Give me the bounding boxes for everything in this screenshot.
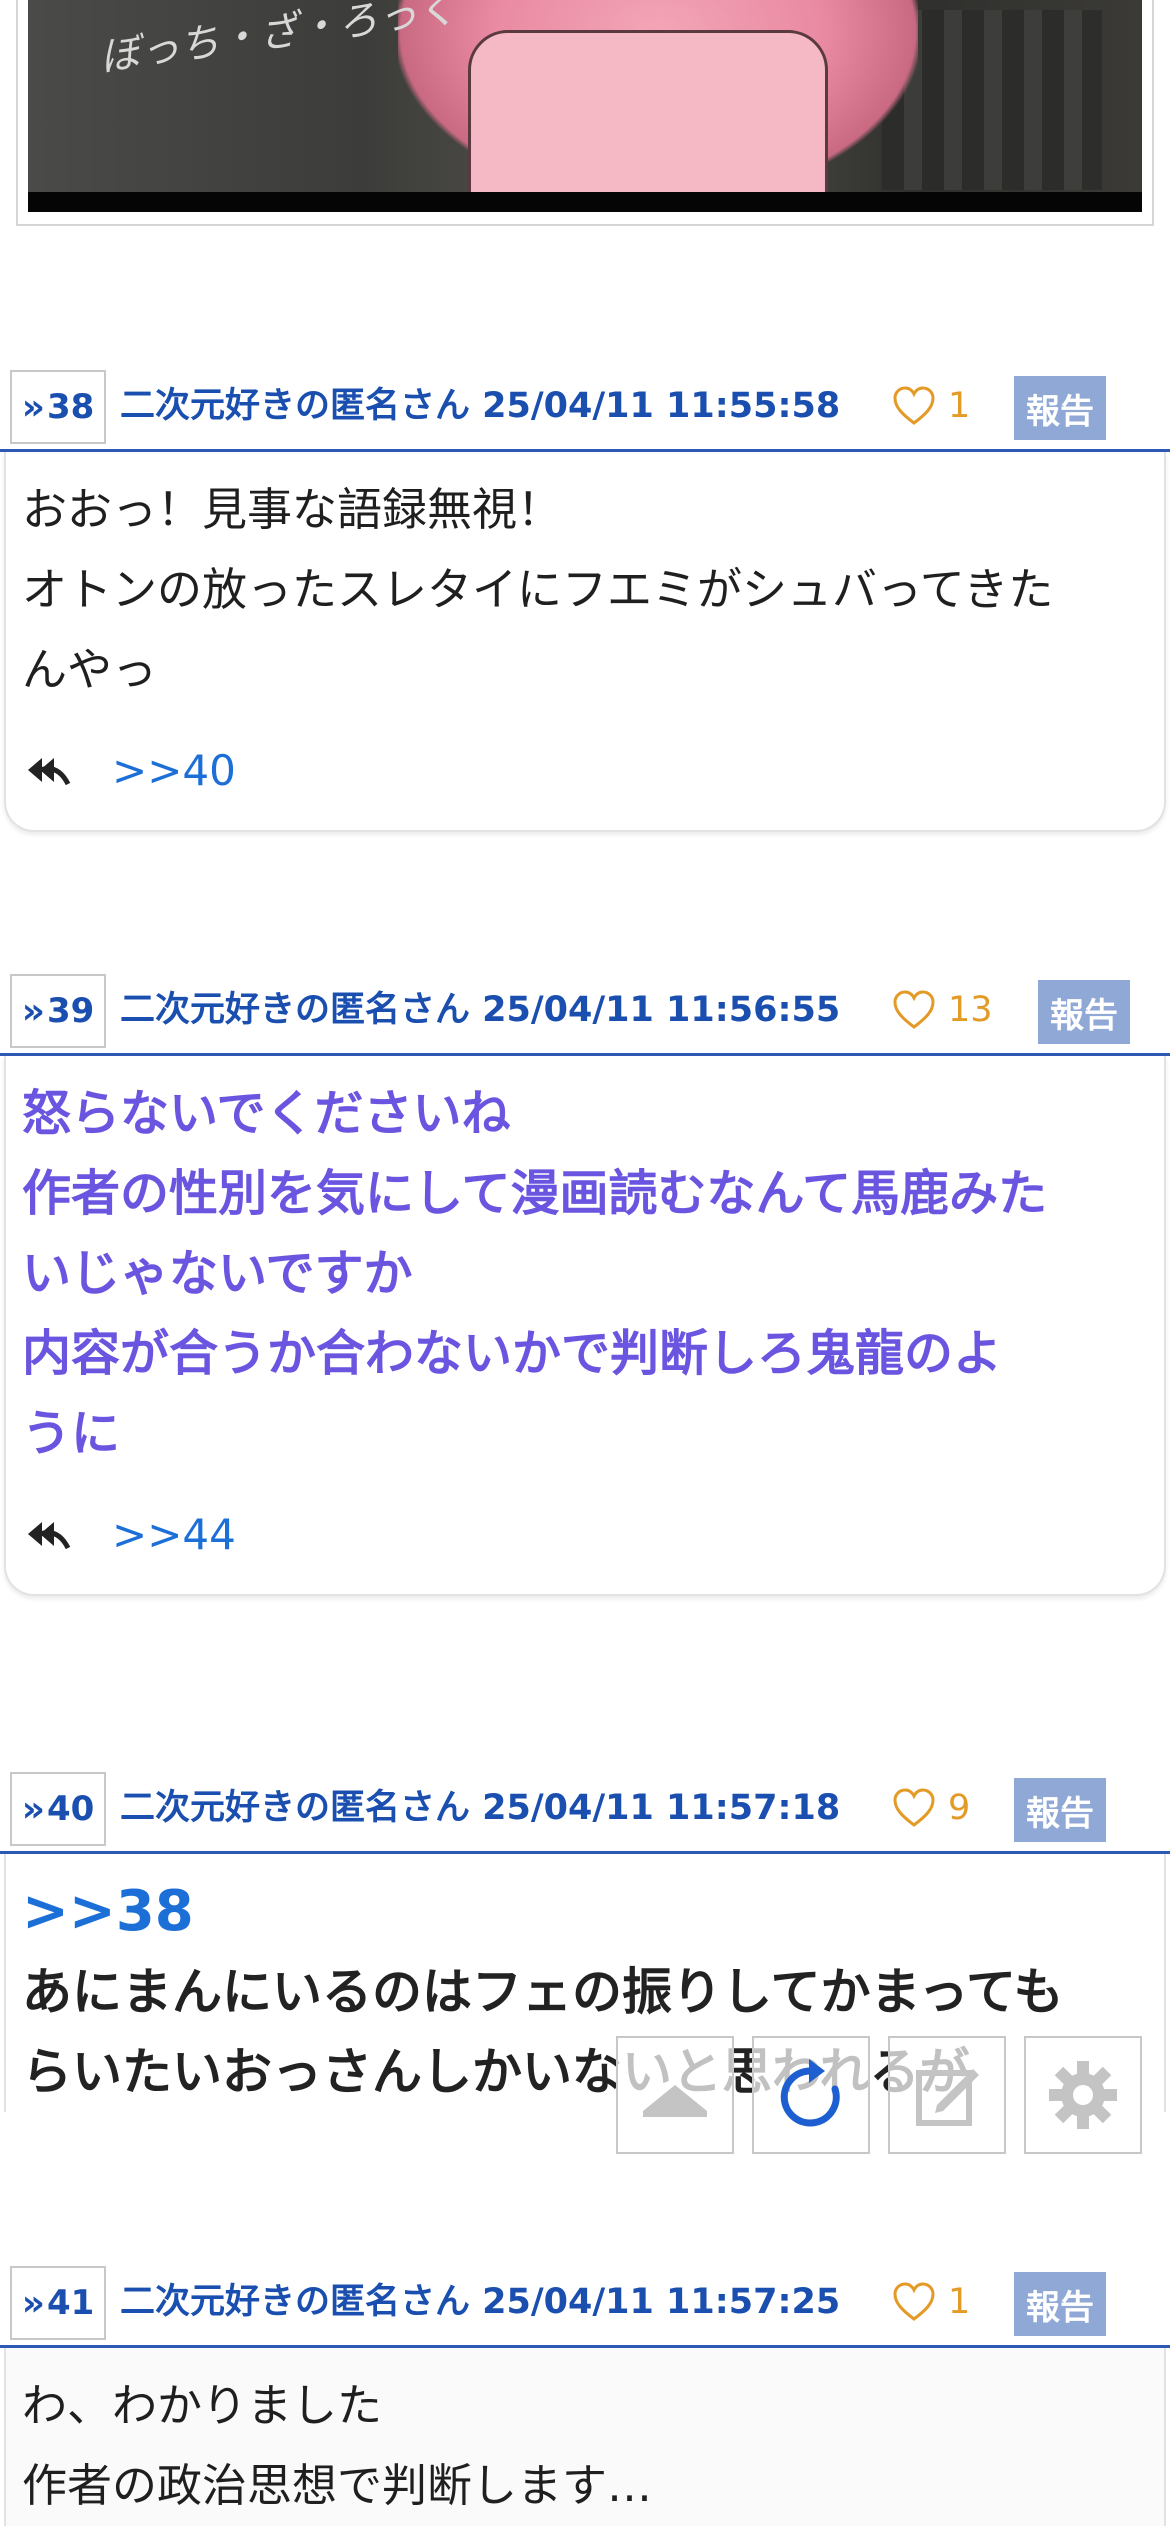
post-number: 38 xyxy=(46,387,95,427)
image-character-jacket xyxy=(468,30,828,210)
post-text-line: んやっ xyxy=(22,643,158,696)
refresh-button[interactable] xyxy=(752,2036,870,2154)
report-button[interactable]: 報告 xyxy=(1014,376,1106,440)
post-body: おおっ！見事な語録無視！ オトンの放ったスレタイにフエミがシュバってきた んやっ… xyxy=(4,452,1166,832)
report-button[interactable]: 報告 xyxy=(1014,2272,1106,2336)
refresh-icon xyxy=(780,2059,840,2127)
post-header: » 40 二次元好きの匿名さん 25/04/11 11:57:18 9 報告 xyxy=(0,1766,1170,1854)
settings-button[interactable] xyxy=(1024,2036,1142,2154)
double-chevron-icon: » xyxy=(21,1788,45,1830)
reply-arrow-icon xyxy=(28,758,71,786)
post: » 41 二次元好きの匿名さん 25/04/11 11:57:25 1 報告 わ… xyxy=(0,2260,1170,2526)
reply-row: >>40 xyxy=(6,710,1164,830)
post-author-date: 二次元好きの匿名さん 25/04/11 11:55:58 xyxy=(120,386,841,426)
reply-link[interactable]: >>44 xyxy=(112,1510,236,1559)
anchor-link[interactable]: >>38 xyxy=(22,1872,1148,1952)
gear-icon xyxy=(1049,2061,1117,2129)
like-count: 1 xyxy=(948,386,971,426)
post-number-button[interactable]: » 40 xyxy=(10,1772,106,1846)
report-button[interactable]: 報告 xyxy=(1014,1778,1106,1842)
post-text: わ、わかりました 作者の政治思想で判断します… xyxy=(6,2348,1164,2526)
post-text-line: わ、わかりました xyxy=(22,2379,383,2432)
post-number-button[interactable]: » 39 xyxy=(10,974,106,1048)
like-count: 13 xyxy=(948,990,993,1030)
double-chevron-icon: » xyxy=(21,990,45,1032)
heart-icon xyxy=(893,1788,935,1827)
double-chevron-icon: » xyxy=(21,386,45,428)
like-button[interactable]: 13 xyxy=(892,968,993,1052)
post-number-button[interactable]: » 38 xyxy=(10,370,106,444)
post-text-line: うに xyxy=(22,1405,121,1462)
thread-image-frame[interactable]: ぼっち・ざ・ろっく xyxy=(16,0,1154,226)
post-text-line: いじゃないですか xyxy=(22,1245,413,1302)
post-text: 怒らないでくださいね 作者の性別を気にして漫画読むなんて馬鹿みた いじゃないです… xyxy=(6,1056,1164,1474)
post-header: » 41 二次元好きの匿名さん 25/04/11 11:57:25 1 報告 xyxy=(0,2260,1170,2348)
like-button[interactable]: 1 xyxy=(892,364,970,448)
post-text-line: 作者の性別を気にして漫画読むなんて馬鹿みた xyxy=(22,1165,1048,1222)
report-button[interactable]: 報告 xyxy=(1038,980,1130,1044)
double-chevron-icon: » xyxy=(21,2282,45,2324)
post-text-line: おおっ！見事な語録無視！ xyxy=(22,483,563,536)
post-text-line: 作者の政治思想で判断します… xyxy=(22,2459,653,2512)
like-button[interactable]: 1 xyxy=(892,2260,970,2344)
post-text-line: オトンの放ったスレタイにフエミがシュバってきた xyxy=(22,563,1054,616)
image-letterbox xyxy=(28,192,1142,212)
post-number-button[interactable]: » 41 xyxy=(10,2266,106,2340)
heart-icon xyxy=(893,2282,935,2321)
post-number: 40 xyxy=(46,1789,95,1829)
reply-link[interactable]: >>40 xyxy=(112,746,236,795)
post-body: 怒らないでくださいね 作者の性別を気にして漫画読むなんて馬鹿みた いじゃないです… xyxy=(4,1056,1166,1596)
compose-button[interactable] xyxy=(888,2036,1006,2154)
post: » 39 二次元好きの匿名さん 25/04/11 11:56:55 13 報告 … xyxy=(0,968,1170,1596)
post-number: 41 xyxy=(46,2283,95,2323)
post-text-line: 怒らないでくださいね xyxy=(22,1085,511,1142)
post: » 38 二次元好きの匿名さん 25/04/11 11:55:58 1 報告 お… xyxy=(0,364,1170,832)
post-header: » 38 二次元好きの匿名さん 25/04/11 11:55:58 1 報告 xyxy=(0,364,1170,452)
heart-icon xyxy=(893,386,935,425)
post-author-date: 二次元好きの匿名さん 25/04/11 11:57:18 xyxy=(120,1788,841,1828)
heart-icon xyxy=(893,990,935,1029)
like-count: 1 xyxy=(948,2282,971,2322)
reply-row: >>44 xyxy=(6,1474,1164,1594)
like-count: 9 xyxy=(948,1788,971,1828)
compose-icon xyxy=(916,2069,979,2126)
post-author-date: 二次元好きの匿名さん 25/04/11 11:57:25 xyxy=(120,2282,841,2322)
post-body: わ、わかりました 作者の政治思想で判断します… xyxy=(4,2348,1166,2526)
reply-arrow-icon xyxy=(28,1522,71,1550)
post-header: » 39 二次元好きの匿名さん 25/04/11 11:56:55 13 報告 xyxy=(0,968,1170,1056)
scroll-up-button[interactable] xyxy=(616,2036,734,2154)
post-text: おおっ！見事な語録無視！ オトンの放ったスレタイにフエミがシュバってきた んやっ xyxy=(6,452,1164,710)
post-text-line: あにまんにいるのはフェの振りしてかまっても xyxy=(22,1963,1064,2021)
like-button[interactable]: 9 xyxy=(892,1766,970,1850)
post-text-line: 内容が合うか合わないかで判断しろ鬼龍のよ xyxy=(22,1325,1003,1382)
post-number: 39 xyxy=(46,991,95,1031)
up-arrow-icon xyxy=(643,2085,707,2117)
thread-image[interactable]: ぼっち・ざ・ろっく xyxy=(28,0,1142,212)
post-author-date: 二次元好きの匿名さん 25/04/11 11:56:55 xyxy=(120,990,841,1030)
